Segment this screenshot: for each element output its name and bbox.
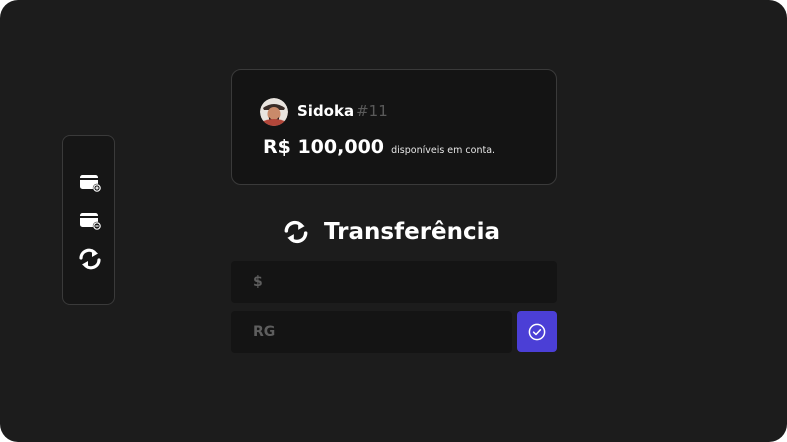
check-circle-icon [528, 323, 546, 340]
section-title: Transferência [282, 218, 500, 246]
username: Sidoka #11 [297, 102, 388, 120]
avatar [260, 98, 288, 126]
amount-field[interactable] [231, 261, 557, 303]
balance: R$ 100,000 disponíveis em conta. [263, 136, 495, 158]
username-text: Sidoka [297, 102, 355, 120]
rg-field[interactable] [231, 311, 512, 353]
amount-input[interactable] [253, 274, 557, 290]
transfer-button[interactable] [77, 246, 103, 272]
deposit-button[interactable] [77, 169, 103, 195]
balance-suffix: disponíveis em conta. [391, 145, 496, 156]
sidebar [62, 135, 115, 305]
transfer-icon [284, 220, 308, 244]
confirm-button[interactable] [517, 311, 557, 352]
account-card: Sidoka #11 R$ 100,000 disponíveis em cont… [231, 69, 557, 185]
withdraw-button[interactable] [77, 207, 103, 233]
page-title: Transferência [324, 219, 501, 245]
transfer-icon [79, 248, 101, 270]
balance-amount: R$ 100,000 [263, 136, 385, 158]
rg-input[interactable] [253, 324, 512, 340]
bank-window: Sidoka #11 R$ 100,000 disponíveis em cont… [0, 0, 787, 442]
wallet-deposit-icon [80, 175, 102, 193]
user-id: #11 [356, 102, 388, 120]
wallet-withdraw-icon [80, 213, 102, 231]
